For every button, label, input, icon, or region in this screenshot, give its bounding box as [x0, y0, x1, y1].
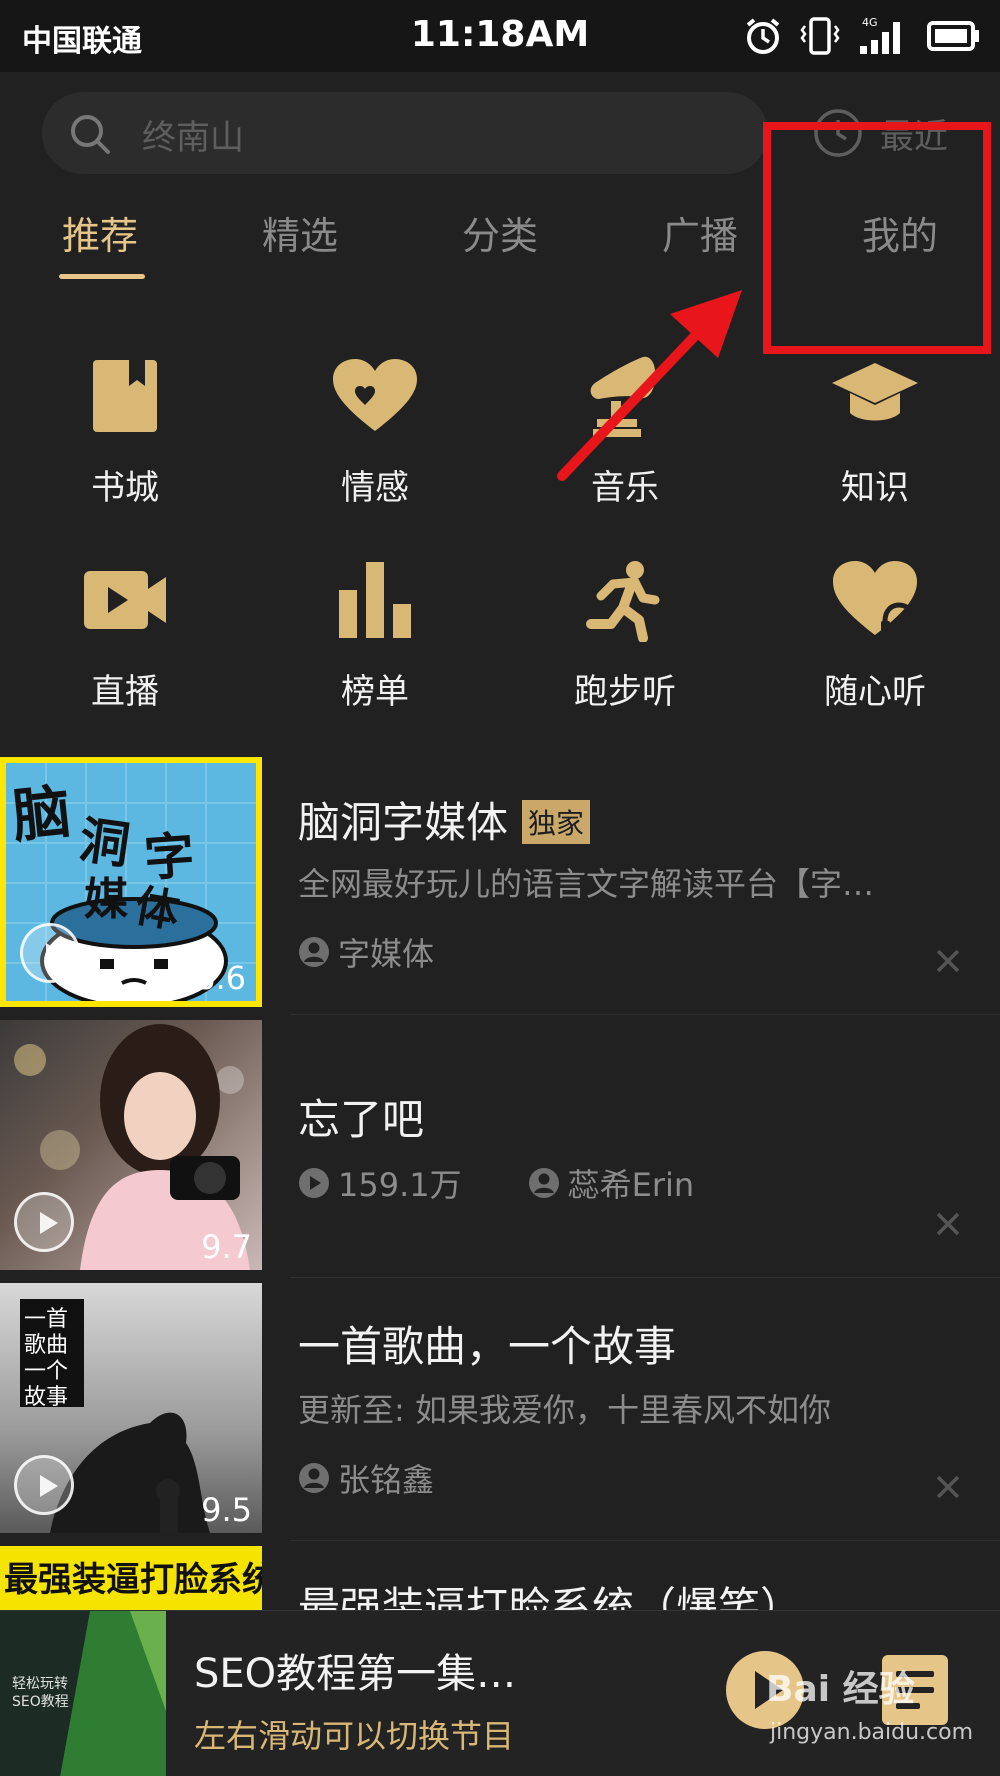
item-description: 更新至: 如果我爱你，十里春风不如你 [298, 1391, 831, 1429]
list-item[interactable]: 一首歌曲一个故事 9.5 一首歌曲，一个故事 更新至: 如果我爱你，十里春风不如… [0, 1283, 1000, 1545]
bar-chart-icon [339, 562, 411, 638]
cover-image: 一首歌曲一个故事 9.5 [0, 1283, 262, 1533]
vibrate-icon [800, 17, 840, 55]
tab-categories[interactable]: 分类 [400, 205, 600, 260]
list-divider [290, 1540, 1000, 1541]
category-live[interactable]: 直播 [0, 550, 250, 713]
author-name[interactable]: 字媒体 [338, 929, 434, 975]
player-cover-image: 轻松玩转 SEO教程 [0, 1611, 166, 1776]
category-label: 书城 [91, 468, 159, 508]
graduation-cap-icon [832, 363, 918, 421]
category-label: 随心听 [824, 672, 926, 712]
list-divider [290, 1277, 1000, 1278]
cover-image: 9.7 [0, 1020, 262, 1270]
user-icon [299, 937, 329, 967]
cover-image: 脑 洞 字 媒 体 8.6 [0, 757, 262, 1007]
play-count: 159.1万 [338, 1166, 462, 1204]
list-item[interactable]: 最强装逼打脸系统 最强装逼打脸系统（爆笑） [0, 1546, 1000, 1610]
list-item[interactable]: 9.7 忘了吧 159.1万 蕊希Erin [0, 1020, 1000, 1282]
rating-score: 8.6 [195, 959, 246, 997]
active-tab-indicator [59, 274, 145, 279]
play-overlay-icon[interactable] [20, 923, 80, 983]
tab-recommend[interactable]: 推荐 [0, 205, 200, 260]
item-title: 最强装逼打脸系统（爆笑） [298, 1583, 803, 1610]
list-item[interactable]: 脑 洞 字 媒 体 8.6 脑洞字媒体 独家 全网最好玩儿的语言文字解读平台【字…… [0, 757, 1000, 1019]
runner-icon [586, 561, 660, 642]
player-cover-text: 轻松玩转 SEO教程 [12, 1676, 69, 1710]
category-running[interactable]: 跑步听 [500, 550, 750, 713]
user-icon [299, 1463, 329, 1493]
search-icon [71, 115, 110, 154]
play-overlay-icon[interactable] [14, 1455, 74, 1515]
status-icons: 4G [744, 16, 982, 56]
category-bookstore[interactable]: 书城 [0, 346, 250, 509]
book-icon [93, 360, 157, 432]
cover-text: 最强装逼打脸系统 [4, 1560, 262, 1600]
category-emotion[interactable]: 情感 [250, 346, 500, 509]
category-label: 直播 [91, 672, 159, 712]
list-divider [290, 1014, 1000, 1015]
play-count-icon [299, 1168, 329, 1198]
cover-text: 媒 [84, 874, 128, 925]
status-bar: 中国联通 11:18AM 4G [0, 0, 1000, 72]
player-title: SEO教程第一集… [194, 1651, 517, 1697]
baidu-watermark-url: jingyan.baidu.com [770, 1720, 974, 1745]
item-title: 一首歌曲，一个故事 [298, 1322, 677, 1371]
close-icon[interactable] [934, 947, 962, 975]
item-description: 全网最好玩儿的语言文字解读平台【字… [298, 865, 875, 903]
network-type: 4G [862, 16, 878, 29]
alarm-icon [746, 18, 780, 54]
rating-score: 9.7 [201, 1228, 252, 1266]
author-name[interactable]: 蕊希Erin [568, 1160, 695, 1206]
category-label: 情感 [341, 468, 409, 508]
item-title: 忘了吧 [298, 1095, 425, 1144]
arrow-annotation [557, 290, 742, 481]
category-label: 榜单 [341, 672, 409, 712]
item-title-text: 脑洞字媒体 [298, 798, 509, 847]
close-icon[interactable] [934, 1210, 962, 1238]
item-title: 脑洞字媒体 独家 [298, 789, 591, 850]
video-camera-icon [84, 571, 166, 629]
battery-icon [927, 21, 979, 51]
category-charts[interactable]: 榜单 [250, 550, 500, 713]
player-hint: 左右滑动可以切换节目 [194, 1717, 515, 1755]
highlight-box [763, 122, 991, 354]
exclusive-badge: 独家 [522, 799, 591, 844]
rating-score: 9.5 [201, 1491, 252, 1529]
author-name[interactable]: 张铭鑫 [338, 1455, 434, 1501]
heart-headphones-icon [833, 561, 917, 635]
close-icon[interactable] [934, 1473, 962, 1501]
item-meta: 张铭鑫 [298, 1455, 500, 1501]
user-icon [528, 1168, 559, 1198]
cover-text: 脑 [9, 777, 74, 851]
tab-featured[interactable]: 精选 [200, 205, 400, 260]
item-meta: 字媒体 [298, 929, 500, 975]
play-overlay-icon[interactable] [14, 1192, 74, 1252]
category-label: 跑步听 [574, 672, 676, 712]
cover-image: 最强装逼打脸系统 [0, 1546, 262, 1610]
category-random-listen[interactable]: 随心听 [750, 550, 1000, 713]
cover-text: 一首歌曲一个故事 [24, 1307, 69, 1410]
item-meta: 159.1万 蕊希Erin [298, 1160, 760, 1206]
signal-icon: 4G [860, 16, 900, 54]
search-input[interactable]: 终南山 [42, 92, 768, 174]
baidu-watermark: Bai 经验 [766, 1669, 915, 1710]
search-placeholder: 终南山 [142, 118, 244, 158]
category-label: 知识 [841, 468, 909, 508]
category-knowledge[interactable]: 知识 [750, 346, 1000, 509]
heart-icon [333, 359, 417, 431]
